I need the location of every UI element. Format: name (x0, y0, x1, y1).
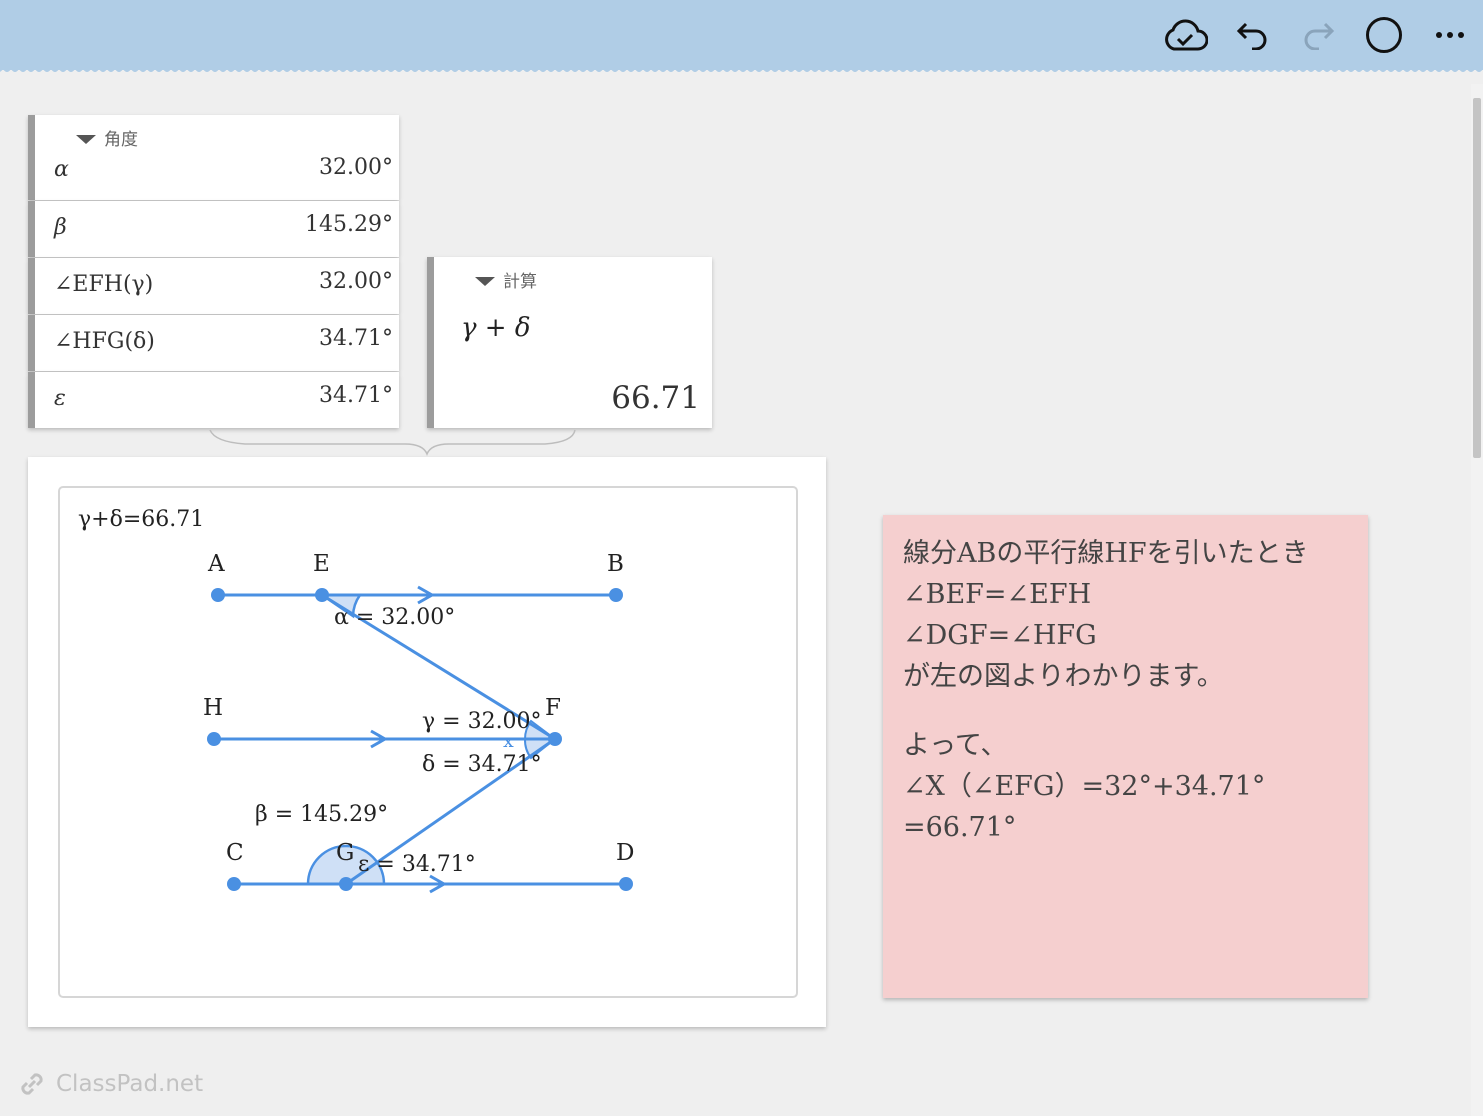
redo-icon (1304, 22, 1335, 50)
geometry-canvas[interactable]: γ+δ=66.71 A E B H F C G D α = 32.00° γ =… (58, 486, 798, 998)
angles-row-hfg[interactable]: ∠HFG(δ) 34.71° (28, 315, 399, 371)
figure-caption: γ+δ=66.71 (78, 507, 204, 532)
angles-row-epsilon[interactable]: ε 34.71° (28, 372, 399, 428)
redo-button[interactable] (1295, 12, 1341, 58)
angle-label: ∠EFH(γ) (54, 272, 154, 297)
calc-card-heading[interactable]: 計算 (475, 267, 537, 292)
point-g[interactable] (339, 877, 353, 891)
angle-value: 32.00° (319, 155, 393, 180)
note-card[interactable]: 線分ABの平行線HFを引いたとき ∠BEF=∠EFH ∠DGF=∠HFG が左の… (883, 515, 1368, 998)
card-left-bar (28, 372, 35, 428)
angles-row-beta[interactable]: β 145.29° (28, 201, 399, 257)
circle-tool-button[interactable] (1361, 12, 1407, 58)
angle-x-label: x (503, 730, 514, 752)
collapse-triangle-icon[interactable] (76, 135, 96, 144)
delta-label: δ = 34.71° (422, 752, 542, 777)
card-left-bar (28, 115, 35, 200)
brand-name: ClassPad.net (56, 1071, 204, 1097)
note-line: 線分ABの平行線HFを引いたとき (903, 538, 1309, 569)
note-spacer (903, 697, 1348, 725)
undo-button[interactable] (1230, 12, 1276, 58)
card-left-bar (28, 258, 35, 314)
point-f[interactable] (548, 732, 562, 746)
point-d[interactable] (619, 877, 633, 891)
calc-result: 66.71 (611, 380, 700, 416)
beta-label: β = 145.29° (255, 802, 388, 827)
angle-value: 32.00° (319, 269, 393, 294)
point-h[interactable] (207, 732, 221, 746)
label-h: H (203, 695, 223, 721)
angle-label: ε (54, 386, 66, 411)
note-line: =66.71° (903, 812, 1017, 843)
gamma-label: γ = 32.00° (422, 709, 542, 734)
undo-icon (1236, 22, 1267, 50)
note-line: ∠X（∠EFG）=32°+34.71° (903, 771, 1266, 802)
point-c[interactable] (227, 877, 241, 891)
card-left-bar (427, 257, 434, 428)
note-line: ∠BEF=∠EFH (903, 579, 1092, 610)
calc-card[interactable]: 計算 γ + δ 66.71 (427, 257, 712, 428)
link-icon (21, 1073, 43, 1095)
angles-card-title: 角度 (104, 130, 138, 150)
note-line: ∠DGF=∠HFG (903, 620, 1097, 651)
angle-value: 34.71° (319, 326, 393, 351)
point-a[interactable] (211, 588, 225, 602)
point-b[interactable] (609, 588, 623, 602)
toolbar-wavy-edge (0, 66, 1483, 72)
scrollbar-thumb[interactable] (1473, 98, 1481, 458)
more-menu-button[interactable] (1427, 12, 1473, 58)
card-left-bar (28, 315, 35, 371)
angle-label: β (54, 215, 67, 240)
angles-card-heading[interactable]: 角度 (76, 125, 138, 150)
label-e: E (313, 551, 330, 577)
circle-icon (1366, 17, 1402, 53)
brand-footer[interactable]: ClassPad.net (18, 1070, 203, 1098)
note-line: よって、 (903, 730, 1008, 761)
epsilon-label: ε = 34.71° (358, 852, 476, 877)
label-a: A (207, 551, 225, 577)
collapse-triangle-icon[interactable] (475, 277, 495, 286)
more-icon (1436, 32, 1464, 38)
angle-value: 145.29° (305, 212, 393, 237)
calc-expression: γ + δ (461, 313, 531, 343)
angles-row-efh[interactable]: ∠EFH(γ) 32.00° (28, 258, 399, 314)
geometry-card[interactable]: γ+δ=66.71 A E B H F C G D α = 32.00° γ =… (28, 457, 826, 1027)
label-c: C (226, 840, 244, 866)
angle-label: ∠HFG(δ) (54, 329, 155, 354)
label-f: F (545, 695, 561, 721)
alpha-label: α = 32.00° (334, 605, 455, 630)
calc-card-title: 計算 (503, 272, 537, 292)
card-left-bar (28, 201, 35, 257)
angle-value: 34.71° (319, 383, 393, 408)
label-d: D (616, 840, 634, 866)
label-b: B (607, 551, 624, 577)
cloud-save-button[interactable] (1162, 12, 1208, 58)
angles-row-alpha[interactable]: 角度 α 32.00° (28, 115, 399, 200)
angle-label: α (54, 157, 69, 182)
connector-brace (209, 429, 576, 457)
label-g: G (336, 840, 354, 866)
cloud-check-icon (1165, 19, 1208, 51)
note-line: が左の図よりわかります。 (903, 661, 1224, 692)
point-e[interactable] (315, 588, 329, 602)
geometry-figure[interactable]: γ+δ=66.71 A E B H F C G D α = 32.00° γ =… (60, 488, 796, 996)
